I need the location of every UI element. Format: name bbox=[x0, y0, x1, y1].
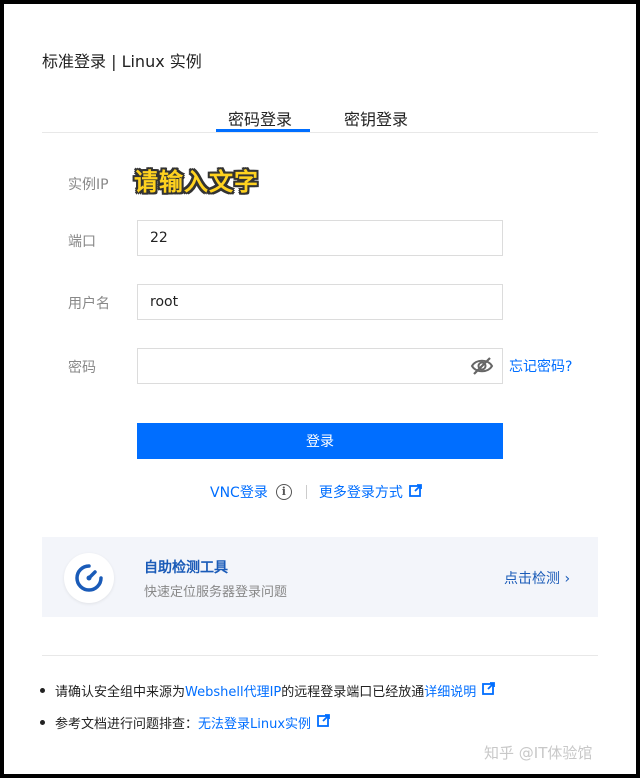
external-link-icon[interactable] bbox=[317, 714, 330, 731]
forgot-password-link[interactable]: 忘记密码? bbox=[509, 356, 572, 376]
tabs-divider bbox=[42, 132, 598, 133]
username-label: 用户名 bbox=[68, 296, 110, 312]
more-login-methods-link[interactable]: 更多登录方式 bbox=[319, 482, 403, 502]
run-diagnosis-link[interactable]: 点击检测 › bbox=[504, 568, 570, 588]
cannot-login-linux-link[interactable]: 无法登录Linux实例 bbox=[198, 713, 311, 732]
notes-divider bbox=[42, 655, 598, 656]
instance-ip-value: 请输入文字 bbox=[134, 168, 259, 196]
link-separator bbox=[305, 485, 307, 499]
bullet bbox=[40, 720, 45, 725]
external-link-icon[interactable] bbox=[482, 682, 496, 699]
note1-middle: 的远程登录端口已经放通 bbox=[281, 685, 425, 700]
active-tab-indicator bbox=[216, 129, 310, 132]
page-title: 标准登录 | Linux 实例 bbox=[42, 52, 202, 71]
webshell-proxy-ip-link[interactable]: Webshell代理IP bbox=[185, 681, 281, 700]
note1-prefix: 请确认安全组中来源为 bbox=[55, 685, 186, 700]
info-icon[interactable]: i bbox=[275, 484, 292, 500]
diagnosis-title: 自助检测工具 bbox=[144, 560, 228, 576]
watermark: 知乎 @IT体验馆 bbox=[484, 744, 593, 762]
username-input[interactable] bbox=[137, 284, 503, 320]
password-input[interactable] bbox=[137, 348, 503, 384]
port-label: 端口 bbox=[68, 234, 96, 250]
note-security-group: 请确认安全组中来源为 Webshell代理IP 的远程登录端口已经放通 详细说明 bbox=[40, 681, 496, 700]
self-diagnosis-panel: 自助检测工具 快速定位服务器登录问题 点击检测 › bbox=[42, 537, 598, 617]
external-link-icon[interactable] bbox=[408, 483, 422, 501]
tab-password-login[interactable]: 密码登录 bbox=[228, 106, 292, 130]
note2-prefix: 参考文档进行问题排查： bbox=[55, 717, 199, 732]
gauge-icon bbox=[64, 553, 114, 603]
diagnosis-subtitle: 快速定位服务器登录问题 bbox=[144, 585, 288, 600]
login-card: 标准登录 | Linux 实例 密码登录 密钥登录 实例IP 请输入文字 端口 … bbox=[4, 4, 636, 774]
password-label: 密码 bbox=[68, 360, 96, 376]
instance-ip-label: 实例IP bbox=[68, 177, 109, 193]
vnc-login-link[interactable]: VNC登录 bbox=[210, 482, 268, 502]
note-reference-docs: 参考文档进行问题排查： 无法登录Linux实例 bbox=[40, 713, 330, 732]
details-link[interactable]: 详细说明 bbox=[424, 681, 476, 700]
bullet bbox=[40, 688, 45, 693]
alternate-login-links: VNC登录 i 更多登录方式 bbox=[210, 482, 422, 502]
port-input[interactable] bbox=[137, 220, 503, 256]
login-button[interactable]: 登录 bbox=[137, 423, 503, 459]
tab-key-login[interactable]: 密钥登录 bbox=[344, 106, 408, 130]
eye-slash-icon[interactable] bbox=[470, 356, 494, 376]
